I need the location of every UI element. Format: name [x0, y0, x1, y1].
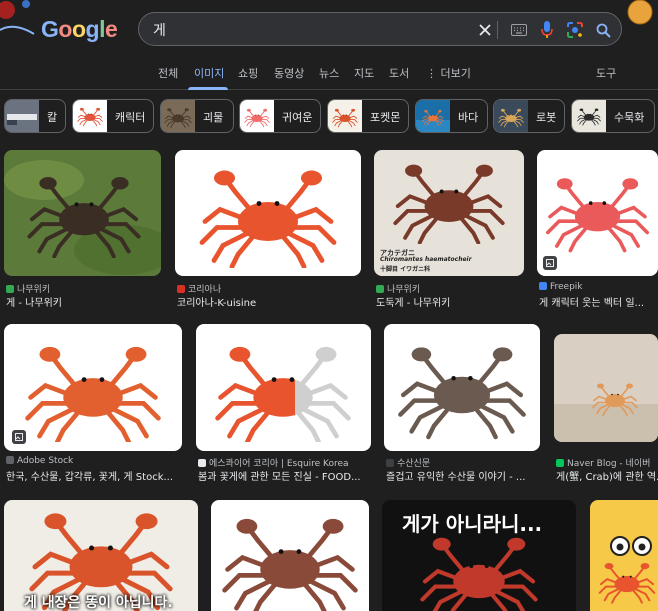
tab-images[interactable]: 이미지	[194, 65, 224, 81]
chip-thumbnail	[494, 100, 528, 132]
chip-monster[interactable]: 괴물	[160, 99, 234, 133]
result-title-3[interactable]: 도둑게 - 나무위키	[376, 294, 524, 309]
tab-shopping[interactable]: 쇼핑	[238, 65, 258, 81]
favicon	[539, 282, 547, 290]
chip-cute[interactable]: 귀여운	[239, 99, 321, 133]
image-badge-icon	[543, 256, 557, 270]
chip-ink-painting[interactable]: 수묵화	[571, 99, 655, 133]
chip-robot[interactable]: 로봇	[493, 99, 565, 133]
microphone-icon[interactable]	[535, 18, 559, 42]
active-tab-indicator	[188, 87, 228, 90]
lens-icon[interactable]	[563, 18, 587, 42]
tab-videos[interactable]: 동영상	[274, 65, 304, 81]
header: Google 게	[0, 0, 658, 58]
favicon	[6, 285, 14, 293]
chip-thumbnail	[73, 100, 107, 132]
chip-thumbnail	[240, 100, 274, 132]
result-image-2[interactable]	[175, 150, 361, 276]
chip-thumbnail	[5, 100, 39, 132]
chip-label: 로봇	[536, 111, 557, 124]
favicon	[376, 285, 384, 293]
result-image-5[interactable]	[4, 324, 182, 451]
result-image-8[interactable]	[554, 334, 658, 442]
result-image-10[interactable]	[211, 500, 369, 611]
source-name: Freepik	[550, 282, 583, 292]
tab-news[interactable]: 뉴스	[319, 65, 339, 81]
tab-more[interactable]: ⋮ 더보기	[426, 65, 471, 81]
result-title-2[interactable]: 코리아나-K-uisine	[177, 294, 361, 309]
source-name: Adobe Stock	[17, 456, 74, 466]
tab-all[interactable]: 전체	[158, 65, 178, 81]
tools-button[interactable]: 도구	[596, 65, 616, 81]
clear-icon[interactable]	[473, 18, 497, 42]
result-source-5: Adobe Stock	[6, 456, 182, 466]
search-divider	[497, 21, 498, 39]
more-vert-icon: ⋮	[426, 67, 441, 80]
doodle-decoration-left	[0, 0, 35, 35]
result-image-11[interactable]: 게가 아니라니...	[382, 500, 576, 611]
image-badge-icon	[12, 430, 26, 444]
tab-more-label: 더보기	[440, 67, 471, 80]
chip-label: 바다	[458, 111, 479, 124]
chip-thumbnail	[328, 100, 362, 132]
chip-label: 괴물	[203, 111, 224, 124]
result-title-6[interactable]: 봄과 꽃게에 관한 모든 진실 - FOOD...	[198, 468, 371, 483]
chip-knife[interactable]: 칼	[4, 99, 66, 133]
favicon	[6, 456, 14, 464]
chip-pokemon[interactable]: 포켓몬	[327, 99, 409, 133]
chip-label: 캐릭터	[115, 111, 146, 124]
google-logo[interactable]: Google	[41, 16, 118, 43]
chip-label: 포켓몬	[370, 111, 401, 124]
result-title-4[interactable]: 게 캐릭터 웃는 벡터 일...	[539, 294, 658, 309]
chip-label: 귀여운	[282, 111, 313, 124]
image-caption-sub: 十脚目 イワガニ科	[380, 266, 431, 273]
tab-books[interactable]: 도서	[389, 65, 409, 81]
result-title-1[interactable]: 게 - 나무위키	[6, 294, 161, 309]
search-icon[interactable]	[591, 18, 615, 42]
chip-sea[interactable]: 바다	[415, 99, 488, 133]
favicon	[177, 285, 185, 293]
result-image-7[interactable]	[384, 324, 540, 451]
result-title-7[interactable]: 즐겁고 유익한 수산물 이야기 - ...	[386, 468, 540, 483]
result-image-9[interactable]: 게 내장은 똥이 아닙니다.	[4, 500, 198, 611]
favicon	[198, 459, 206, 467]
result-image-4[interactable]	[537, 150, 658, 276]
chip-character[interactable]: 캐릭터	[72, 99, 154, 133]
result-image-1[interactable]	[4, 150, 161, 276]
favicon	[386, 459, 394, 467]
search-box[interactable]: 게	[138, 12, 622, 46]
result-image-3[interactable]: アカテガニ Chiromantes haematocheir 十脚目 イワガニ科	[374, 150, 524, 276]
image-caption: 게가 아니라니...	[402, 512, 543, 536]
result-source-4: Freepik	[539, 282, 658, 292]
chip-label: 칼	[47, 111, 58, 124]
tab-maps[interactable]: 지도	[354, 65, 374, 81]
chip-label: 수묵화	[614, 111, 645, 124]
result-title-8[interactable]: 게(蟹, Crab)에 관한 역...	[556, 468, 658, 483]
favicon	[556, 459, 564, 467]
chip-thumbnail	[416, 100, 450, 132]
chip-thumbnail	[161, 100, 195, 132]
chip-thumbnail	[572, 100, 606, 132]
search-tabs: 전체 이미지 쇼핑 동영상 뉴스 지도 도서 ⋮ 더보기 도구	[0, 58, 658, 90]
image-caption: 게 내장은 똥이 아닙니다.	[24, 595, 173, 611]
doodle-decoration-right	[627, 0, 653, 25]
image-caption-latin: Chiromantes haematocheir	[380, 256, 472, 263]
keyboard-icon[interactable]	[507, 18, 531, 42]
result-image-6[interactable]	[196, 324, 371, 451]
result-title-5[interactable]: 한국, 수산물, 갑각류, 꽃게, 게 Stock...	[6, 468, 182, 483]
search-input[interactable]: 게	[153, 20, 166, 40]
result-image-12[interactable]	[590, 500, 658, 611]
